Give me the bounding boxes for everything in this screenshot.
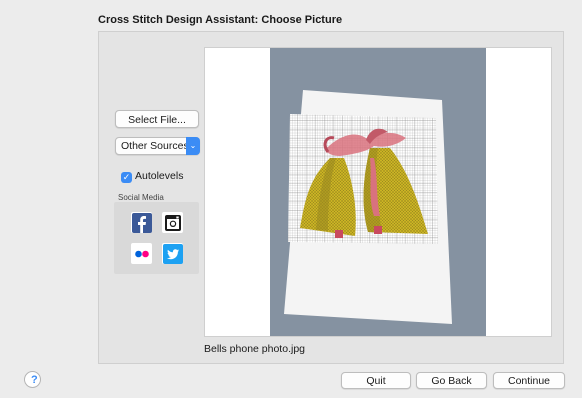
help-button[interactable]: ? xyxy=(24,371,41,388)
instagram-button[interactable] xyxy=(162,212,183,233)
social-media-label: Social Media xyxy=(118,193,164,202)
go-back-button[interactable]: Go Back xyxy=(416,372,487,389)
flickr-icon xyxy=(134,250,149,257)
chevron-updown-icon: ⌄ xyxy=(186,137,200,155)
dialog-title: Cross Stitch Design Assistant: Choose Pi… xyxy=(98,14,343,26)
continue-button[interactable]: Continue xyxy=(493,372,565,389)
sources-popup-value: Other Sources xyxy=(121,140,189,152)
checkmark-icon: ✓ xyxy=(121,172,132,183)
twitter-icon xyxy=(162,243,183,264)
autolevels-label: Autolevels xyxy=(135,170,184,182)
instagram-icon xyxy=(164,214,181,231)
flickr-button[interactable] xyxy=(131,243,152,264)
select-file-button[interactable]: Select File... xyxy=(115,110,199,128)
twitter-button[interactable] xyxy=(162,243,183,264)
preview-photo xyxy=(270,48,486,336)
sources-popup[interactable]: Other Sources ⌄ xyxy=(115,137,200,155)
facebook-icon xyxy=(131,212,152,233)
social-media-box xyxy=(114,202,199,274)
selected-filename: Bells phone photo.jpg xyxy=(204,343,305,355)
facebook-button[interactable] xyxy=(131,212,152,233)
quit-button[interactable]: Quit xyxy=(341,372,411,389)
autolevels-checkbox[interactable]: ✓ Autolevels xyxy=(121,170,183,183)
